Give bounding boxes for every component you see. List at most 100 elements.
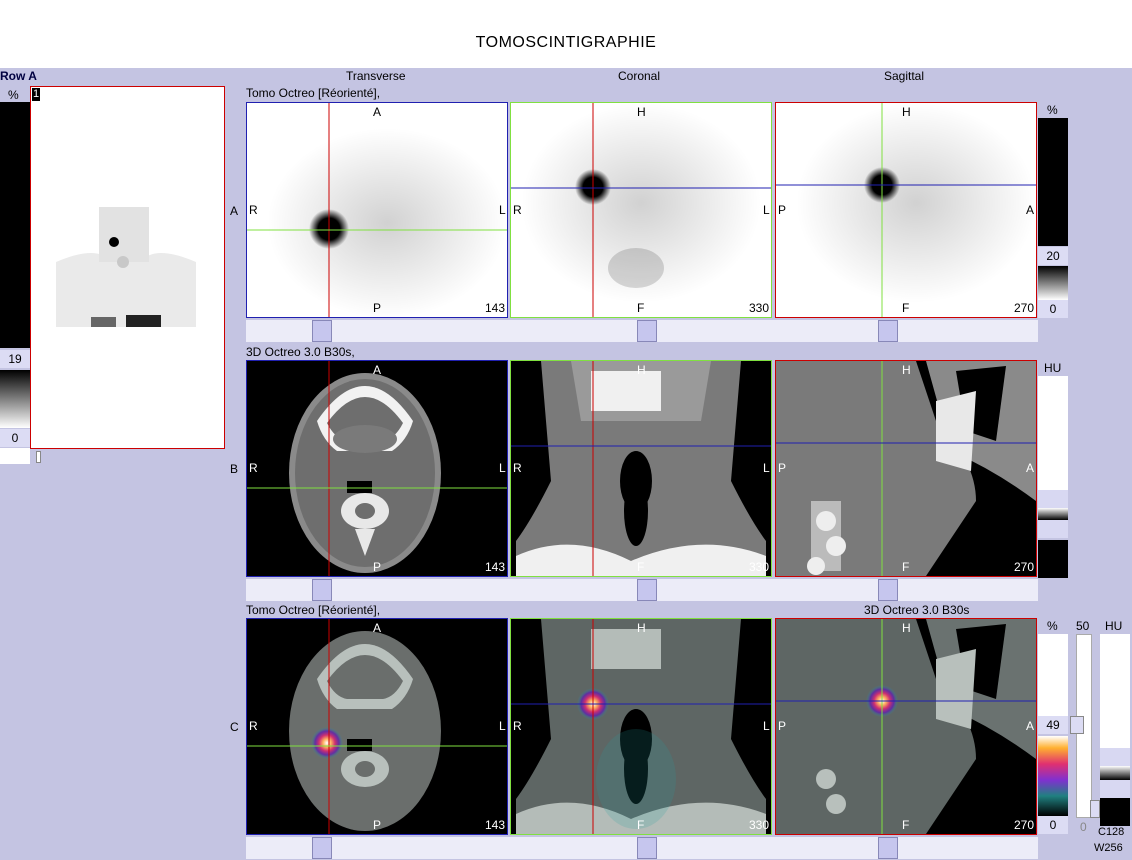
orient-right: L [763,203,770,217]
row-b-sagittal-slider[interactable] [878,579,898,601]
orient-bottom: F [902,301,910,315]
orient-left: P [778,461,787,475]
row-c-blend-thumb[interactable] [1070,716,1084,734]
slice-number: 270 [1014,818,1035,832]
colorbar-black [0,102,30,348]
row-b-window-handle[interactable] [1038,490,1068,508]
row-c-pet-min[interactable]: 0 [1038,816,1068,834]
row-c-pet-top [1038,634,1068,716]
orient-bottom: P [373,560,382,574]
row-b-scale-unit: HU [1044,361,1062,375]
orient-right: L [499,203,506,217]
row-b-transverse-ct-view[interactable]: A R L P 143 [246,360,508,577]
orient-right: A [1026,203,1035,217]
orient-bottom: F [902,560,910,574]
scale-footer [0,448,30,464]
slice-number: 330 [749,818,770,832]
row-a-scale-max[interactable]: 20 [1038,247,1068,265]
row-a-letter: A [230,204,239,218]
row-a-scale-min[interactable]: 0 [1038,300,1068,318]
row-c-sagittal-slider[interactable] [878,837,898,859]
grayscale-bar[interactable] [0,370,30,428]
row-c-blend-handle[interactable] [1090,800,1100,818]
slice-number: 143 [485,301,506,315]
row-b-window-top [1038,376,1068,490]
slice-number: 270 [1014,560,1035,574]
row-c-coronal-fusion-view[interactable]: H R L F 330 [510,618,772,835]
row-c-blend-min: 0 [1080,820,1087,834]
slice-number: 330 [749,560,770,574]
row-c-transverse-slider[interactable] [312,837,332,859]
orient-left: P [778,203,787,217]
orient-top: H [637,105,646,119]
row-label: Row A [0,69,37,83]
scale-max-box[interactable]: 19 [0,350,30,368]
row-a-colorbar [1038,118,1068,246]
orient-bottom: F [637,301,645,315]
row-a-sagittal-view[interactable]: H P A F 270 [775,102,1037,318]
row-c-sagittal-fusion-view[interactable]: H P A F 270 [775,618,1037,835]
pct-label: % [8,88,19,102]
left-scroll-handle[interactable] [36,451,41,463]
row-b-window-bottom [1038,540,1068,578]
orient-right: A [1026,719,1035,733]
col-header-transverse: Transverse [346,69,406,83]
orient-left: R [513,461,522,475]
row-c-transverse-fusion-view[interactable]: A R L P 143 [246,618,508,835]
orient-top: H [637,621,646,635]
orient-right: L [763,461,770,475]
row-c-ct-window-handle-2[interactable] [1100,780,1130,798]
orient-right: L [499,461,506,475]
row-c-ct-window-gradient[interactable] [1100,766,1130,780]
scale-min-box[interactable]: 0 [0,429,30,447]
row-b-window-gradient[interactable] [1038,508,1068,520]
row-a-series-label: Tomo Octreo [Réorienté], [246,86,381,100]
orient-left: R [513,719,522,733]
row-b-coronal-slider[interactable] [637,579,657,601]
row-a-transverse-slider[interactable] [312,320,332,342]
row-a-transverse-view[interactable]: A R L P 143 [246,102,508,318]
slice-number: 143 [485,560,506,574]
orient-bottom: F [902,818,910,832]
row-c-hu-unit: HU [1105,619,1123,633]
orient-bottom: F [637,560,645,574]
row-c-blend-value: 50 [1076,619,1090,633]
orient-top: A [373,363,382,377]
row-a-coronal-view[interactable]: H R L F 330 [510,102,772,318]
orient-bottom: F [637,818,645,832]
orient-top: A [373,621,382,635]
row-c-pet-max[interactable]: 49 [1038,716,1068,734]
orient-left: R [249,461,258,475]
orient-top: H [902,621,911,635]
row-b-transverse-slider[interactable] [312,579,332,601]
row-b-letter: B [230,462,239,476]
orient-right: L [763,719,770,733]
orient-bottom: P [373,301,382,315]
row-b-window-handle-2[interactable] [1038,520,1068,538]
slice-number: 330 [749,301,770,315]
orient-left: R [249,203,258,217]
row-c-ct-window-handle[interactable] [1100,748,1130,766]
col-header-sagittal: Sagittal [884,69,925,83]
row-a-scale-unit: % [1047,103,1058,117]
row-c-pct-unit: % [1047,619,1058,633]
orient-top: H [637,363,646,377]
row-c-pet-colorbar[interactable] [1038,736,1068,816]
image-index-badge: 1 [32,88,40,101]
orient-top: H [902,105,911,119]
whole-body-planar-view[interactable] [30,86,225,449]
row-c-series-label-right: 3D Octreo 3.0 B30s [864,603,970,617]
slice-number: 270 [1014,301,1035,315]
orient-bottom: P [373,818,382,832]
row-a-sagittal-slider[interactable] [878,320,898,342]
row-b-sagittal-ct-view[interactable]: H P A F 270 [775,360,1037,577]
col-header-coronal: Coronal [618,69,661,83]
orient-left: P [778,719,787,733]
row-b-coronal-ct-view[interactable]: H R L F 330 [510,360,772,577]
row-a-coronal-slider[interactable] [637,320,657,342]
row-c-letter: C [230,720,239,734]
slice-number: 143 [485,818,506,832]
row-c-coronal-slider[interactable] [637,837,657,859]
row-a-grayscale[interactable] [1038,266,1068,300]
page-title: TOMOSCINTIGRAPHIE [475,34,657,51]
